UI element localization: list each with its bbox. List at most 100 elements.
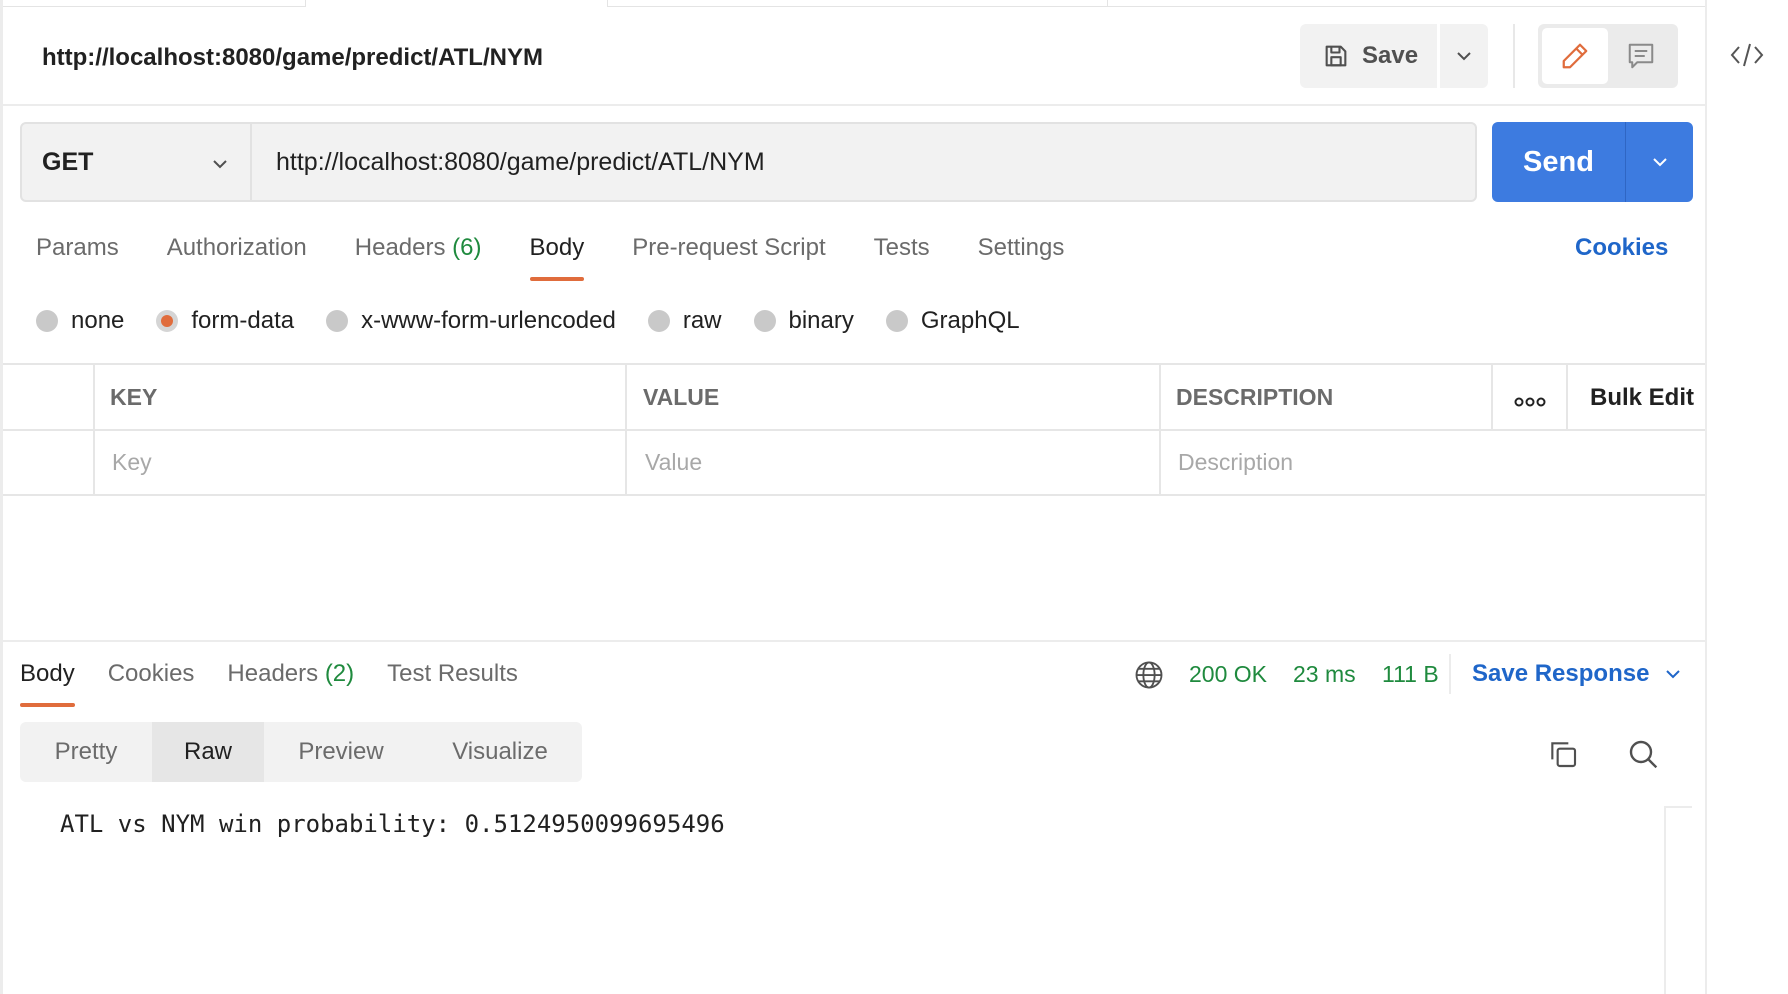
comment-icon (1628, 43, 1654, 69)
tab-count: (6) (452, 234, 482, 261)
status-divider (1449, 654, 1451, 694)
radio-raw[interactable]: raw (647, 307, 722, 335)
method-select[interactable]: GET (22, 124, 252, 200)
table-divider (1491, 365, 1493, 429)
url-bar: GET http://localhost:8080/game/predict/A… (20, 122, 1477, 202)
tab-authorization[interactable]: Authorization (167, 234, 307, 282)
view-tab-preview[interactable]: Preview (264, 722, 418, 782)
method-label: GET (42, 147, 94, 176)
tab-label: Test Results (387, 660, 518, 687)
chevron-down-icon (1652, 158, 1667, 167)
send-options-button[interactable] (1626, 122, 1693, 202)
tab-label: Tests (873, 234, 930, 261)
cookies-link[interactable]: Cookies (1575, 234, 1668, 262)
send-button-label: Send (1492, 122, 1626, 202)
edit-mode-button[interactable] (1542, 28, 1608, 84)
tab-tests[interactable]: Tests (874, 234, 930, 282)
table-divider (93, 365, 95, 494)
table-divider (3, 429, 1705, 431)
response-tab-test-results[interactable]: Test Results (387, 660, 518, 708)
radio-label: form-data (191, 307, 295, 334)
description-input[interactable]: Description (1178, 449, 1293, 476)
tab-label: Body (20, 660, 75, 687)
request-tabs: Params Authorization Headers (6) Body Pr… (36, 234, 1112, 284)
network-info-button[interactable] (1134, 660, 1164, 695)
save-button[interactable]: Save (1300, 24, 1437, 88)
tab-headers[interactable]: Headers (6) (355, 234, 482, 282)
mode-toggle (1538, 24, 1678, 88)
tab-label: Authorization (166, 234, 307, 261)
radio-dot (753, 310, 776, 332)
tab-params[interactable]: Params (36, 234, 119, 282)
request-title[interactable]: http://localhost:8080/game/predict/ATL/N… (42, 44, 543, 72)
code-snippet-button[interactable] (1730, 40, 1764, 75)
url-input[interactable]: http://localhost:8080/game/predict/ATL/N… (254, 124, 1474, 200)
code-icon (1730, 43, 1764, 67)
radio-form-data[interactable]: form-data (156, 307, 294, 335)
more-icon (1514, 397, 1546, 407)
comment-mode-button[interactable] (1608, 28, 1674, 84)
radio-x-www-form-urlencoded[interactable]: x-www-form-urlencoded (326, 307, 616, 335)
column-header-description: DESCRIPTION (1176, 384, 1334, 410)
chevron-down-icon (213, 160, 227, 169)
response-body-text[interactable]: ATL vs NYM win probability: 0.5124950099… (60, 810, 725, 838)
tab-label: Headers (227, 660, 319, 687)
response-divider[interactable] (3, 640, 1705, 642)
column-header-value: VALUE (643, 384, 720, 410)
response-tab-headers[interactable]: Headers (2) (227, 660, 354, 708)
response-tab-cookies[interactable]: Cookies (108, 660, 195, 708)
response-view-tabs: Pretty Raw Preview Visualize (20, 722, 582, 782)
radio-dot (36, 310, 58, 332)
tab-label: Params (36, 234, 119, 261)
view-tab-raw[interactable]: Raw (152, 722, 264, 782)
copy-icon (1551, 742, 1577, 768)
save-response-label: Save Response (1472, 660, 1650, 687)
view-tab-pretty[interactable]: Pretty (20, 722, 152, 782)
tab-count: (2) (324, 660, 355, 687)
value-input[interactable]: Value (645, 449, 702, 476)
send-button[interactable]: Send (1492, 122, 1693, 202)
save-response-button[interactable]: Save Response (1472, 660, 1683, 688)
radio-dot (326, 310, 349, 332)
more-options-button[interactable] (1514, 395, 1546, 413)
table-divider (625, 365, 627, 494)
tab-settings[interactable]: Settings (978, 234, 1065, 282)
tab-label: Cookies (107, 660, 195, 687)
tab-label: Pre-request Script (632, 234, 826, 261)
table-divider (1566, 365, 1568, 429)
tab-body[interactable]: Body (529, 234, 584, 282)
radio-graphql[interactable]: GraphQL (885, 307, 1020, 335)
search-button[interactable] (1627, 738, 1659, 775)
search-icon (1629, 740, 1658, 769)
save-icon (1325, 45, 1347, 67)
tab-label: Settings (977, 234, 1065, 261)
tab-pre-request-script[interactable]: Pre-request Script (632, 234, 825, 282)
radio-binary[interactable]: binary (753, 307, 854, 335)
key-input[interactable]: Key (112, 449, 152, 476)
body-type-radios: none form-data x-www-form-urlencoded raw… (36, 307, 1052, 335)
status-code[interactable]: 200 OK (1189, 661, 1267, 688)
globe-icon (1135, 661, 1163, 689)
save-options-button[interactable] (1440, 24, 1488, 88)
view-tab-visualize[interactable]: Visualize (418, 722, 582, 782)
request-header: http://localhost:8080/game/predict/ATL/N… (3, 8, 1705, 106)
radio-label: GraphQL (920, 307, 1020, 334)
pencil-icon (1562, 43, 1588, 69)
radio-none[interactable]: none (36, 307, 124, 335)
radio-label: none (71, 307, 125, 334)
bulk-edit-button[interactable]: Bulk Edit (1590, 384, 1694, 412)
response-scrollbar[interactable] (1664, 806, 1692, 994)
radio-label: raw (682, 307, 722, 334)
radio-label: binary (788, 307, 854, 334)
right-sidebar (1708, 0, 1788, 994)
response-size[interactable]: 111 B (1382, 661, 1439, 688)
radio-label: x-www-form-urlencoded (361, 307, 616, 334)
form-data-table: KEY VALUE DESCRIPTION Bulk Edit Key Valu… (3, 363, 1705, 496)
radio-dot (156, 310, 179, 332)
column-header-key: KEY (110, 384, 158, 410)
copy-button[interactable] (1547, 738, 1579, 775)
response-tabs: Body Cookies Headers (2) Test Results (20, 660, 551, 708)
response-time[interactable]: 23 ms (1293, 661, 1356, 688)
response-tab-body[interactable]: Body (20, 660, 75, 708)
chevron-down-icon (1666, 670, 1681, 679)
